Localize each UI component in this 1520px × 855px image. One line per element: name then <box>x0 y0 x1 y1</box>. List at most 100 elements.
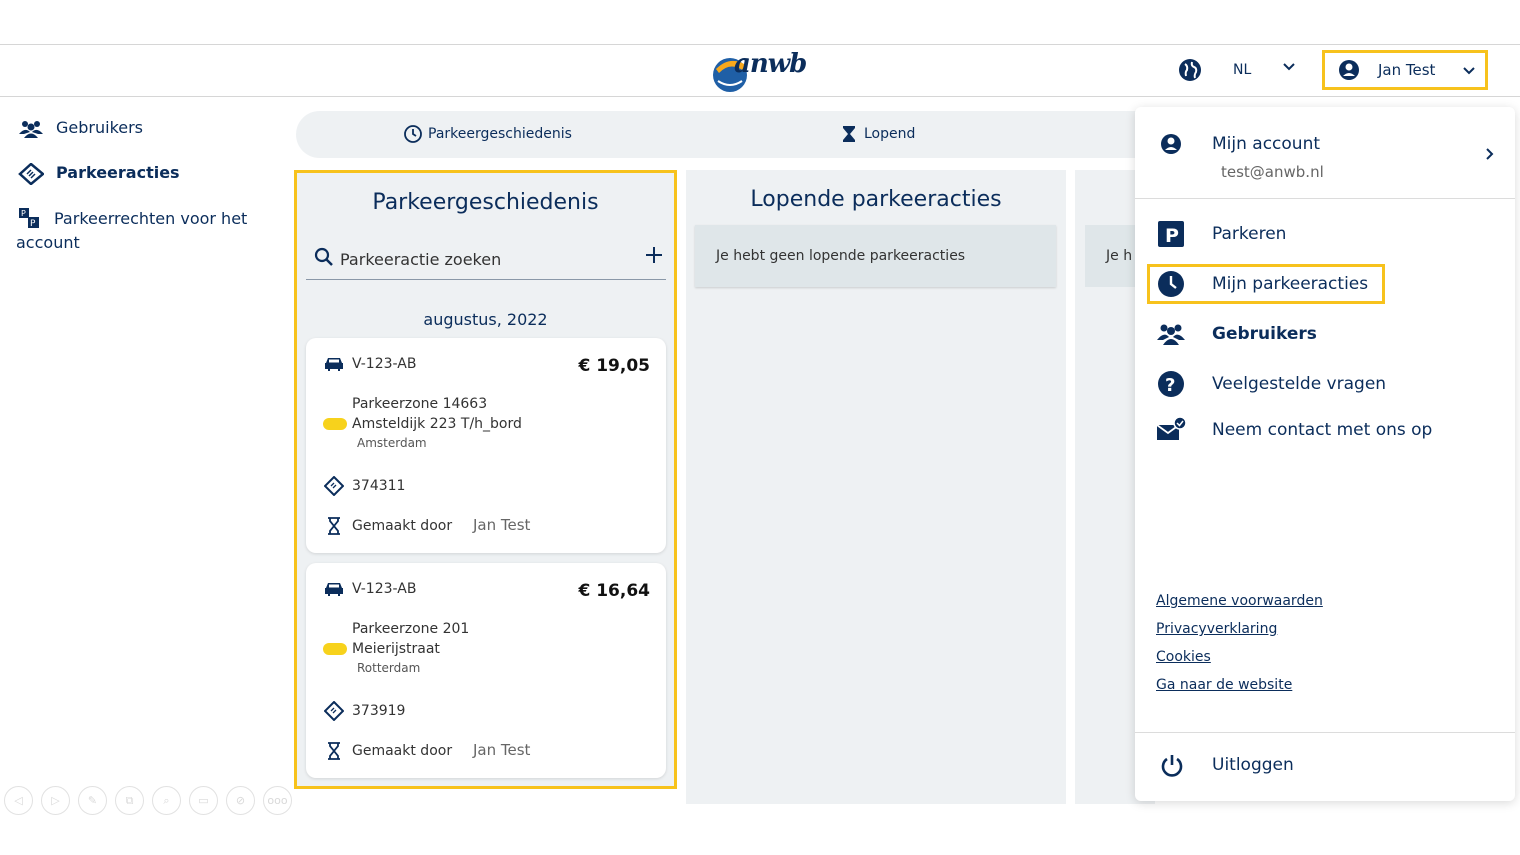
history-column: Parkeergeschiedenis Parkeeractie zoeken … <box>294 170 677 789</box>
language-label[interactable]: NL <box>1233 62 1251 78</box>
pen-icon[interactable]: ✎ <box>78 786 107 815</box>
link-website[interactable]: Ga naar de website <box>1156 677 1323 693</box>
city: Amsterdam <box>357 436 427 450</box>
parking-card[interactable]: V-123-AB € 16,64 Parkeerzone 201 Meierij… <box>306 563 666 778</box>
chevron-right-icon <box>1486 148 1494 160</box>
menu-item-faq[interactable]: ? Veelgestelde vragen <box>1135 364 1515 404</box>
link-privacy[interactable]: Privacyverklaring <box>1156 621 1323 637</box>
link-cookies[interactable]: Cookies <box>1156 649 1323 665</box>
copy-icon[interactable]: ⧉ <box>115 786 144 815</box>
logout-label: Uitloggen <box>1212 755 1294 775</box>
user-menu-button[interactable]: Jan Test <box>1322 50 1488 90</box>
search-input[interactable]: Parkeeractie zoeken <box>306 243 666 280</box>
hourglass-icon <box>328 742 340 760</box>
menu-item-label: Neem contact met ons op <box>1212 420 1433 440</box>
sidebar-item-label: Gebruikers <box>56 118 144 137</box>
sidebar-item-parking-rights[interactable]: P P Parkeerrechten voor het account <box>16 207 258 255</box>
user-icon <box>1339 60 1359 80</box>
made-by-label: Gemaakt door <box>352 518 453 534</box>
price: € 19,05 <box>578 356 650 376</box>
camera-off-icon[interactable]: ⊘ <box>226 786 255 815</box>
menu-item-label: Veelgestelde vragen <box>1212 374 1387 394</box>
tab-label: Parkeergeschiedenis <box>428 126 572 142</box>
ticket-number: 373919 <box>352 703 406 719</box>
back-icon[interactable]: ◁ <box>4 786 33 815</box>
page: anwb NL Jan Test Gebruikers Parkeeractie… <box>0 0 1520 855</box>
chevron-down-icon[interactable] <box>1281 59 1297 75</box>
anwb-logo[interactable]: anwb <box>708 49 808 95</box>
hourglass-icon <box>328 517 340 535</box>
clock-icon <box>1158 271 1184 297</box>
tab-history[interactable]: Parkeergeschiedenis <box>404 125 572 143</box>
zoom-icon[interactable]: ⌕ <box>152 786 181 815</box>
ticket-icon <box>324 476 344 496</box>
presentation-toolbar: ◁ ▷ ✎ ⧉ ⌕ ▭ ⊘ ooo <box>4 786 300 815</box>
car-icon <box>325 358 343 371</box>
mail-icon <box>1156 416 1186 440</box>
svg-text:P: P <box>1165 225 1179 247</box>
ticket-number: 374311 <box>352 478 406 494</box>
street: Amsteldijk 223 T/h_bord <box>352 416 522 432</box>
menu-item-label: Mijn parkeeracties <box>1212 274 1369 294</box>
question-icon: ? <box>1158 371 1184 397</box>
svg-text:?: ? <box>1165 375 1175 396</box>
users-icon <box>19 121 43 138</box>
menu-item-label: Gebruikers <box>1212 324 1317 344</box>
running-column: Lopende parkeeracties Je hebt geen lopen… <box>686 170 1066 804</box>
logout-button[interactable]: Uitloggen <box>1135 732 1515 801</box>
menu-item-label: Parkeren <box>1212 224 1287 244</box>
tab-bar: Parkeergeschiedenis Lopend <box>296 111 1196 158</box>
users-icon <box>1157 324 1185 345</box>
made-by-user: Jan Test <box>473 516 531 534</box>
chevron-down-icon <box>1463 67 1475 75</box>
made-by-user: Jan Test <box>473 741 531 759</box>
car-icon <box>325 583 343 596</box>
search-placeholder: Parkeeractie zoeken <box>340 250 502 269</box>
logo-text: anwb <box>734 49 807 79</box>
sidebar-item-users[interactable]: Gebruikers <box>18 118 143 140</box>
hourglass-icon <box>843 126 855 142</box>
history-title: Parkeergeschiedenis <box>372 190 599 215</box>
ticket-icon <box>18 163 44 185</box>
svg-text:P: P <box>30 219 36 229</box>
sidebar-item-parking-actions[interactable]: Parkeeracties <box>18 163 180 185</box>
made-by-label: Gemaakt door <box>352 743 453 759</box>
top-header: anwb NL Jan Test <box>0 44 1520 97</box>
screen-icon[interactable]: ▭ <box>189 786 218 815</box>
tab-running[interactable]: Lopend <box>840 125 915 143</box>
sidebar: Gebruikers Parkeeracties P P Parkeerrech… <box>0 98 285 804</box>
parking-card[interactable]: V-123-AB € 19,05 Parkeerzone 14663 Amste… <box>306 338 666 553</box>
parking-rights-icon: P P <box>19 208 39 229</box>
user-dropdown-menu: Mijn account test@anwb.nl P Parkeren Mij… <box>1135 107 1515 801</box>
street: Meierijstraat <box>352 641 440 657</box>
globe-icon[interactable] <box>1178 58 1202 82</box>
sidebar-item-label: Parkeerrechten voor het account <box>16 209 248 252</box>
empty-message: Je hebt geen lopende parkeeracties <box>695 225 1056 287</box>
menu-item-parking[interactable]: P Parkeren <box>1135 214 1515 254</box>
clock-icon <box>404 125 422 143</box>
license-plate: V-123-AB <box>352 356 417 372</box>
running-title: Lopende parkeeracties <box>750 187 1002 212</box>
search-icon <box>314 247 333 266</box>
parking-icon: P <box>1158 221 1184 247</box>
account-email: test@anwb.nl <box>1221 163 1324 181</box>
menu-item-contact[interactable]: Neem contact met ons op <box>1135 410 1515 450</box>
zone-name: Parkeerzone 14663 <box>352 396 488 412</box>
add-icon[interactable] <box>644 245 664 265</box>
zone-indicator <box>323 643 347 655</box>
license-plate: V-123-AB <box>352 581 417 597</box>
power-icon <box>1161 755 1183 777</box>
user-icon <box>1161 134 1181 154</box>
month-header: augustus, 2022 <box>423 310 548 329</box>
more-icon[interactable]: ooo <box>263 786 292 815</box>
menu-item-my-parking-actions[interactable]: Mijn parkeeracties <box>1135 264 1515 304</box>
ticket-icon <box>324 701 344 721</box>
sidebar-item-label: Parkeeracties <box>56 163 180 182</box>
link-terms[interactable]: Algemene voorwaarden <box>1156 593 1323 609</box>
menu-item-users[interactable]: Gebruikers <box>1135 314 1515 354</box>
user-name: Jan Test <box>1378 61 1436 79</box>
price: € 16,64 <box>578 581 650 601</box>
forward-icon[interactable]: ▷ <box>41 786 70 815</box>
menu-item-my-account[interactable]: Mijn account test@anwb.nl <box>1135 107 1515 199</box>
zone-indicator <box>323 418 347 430</box>
